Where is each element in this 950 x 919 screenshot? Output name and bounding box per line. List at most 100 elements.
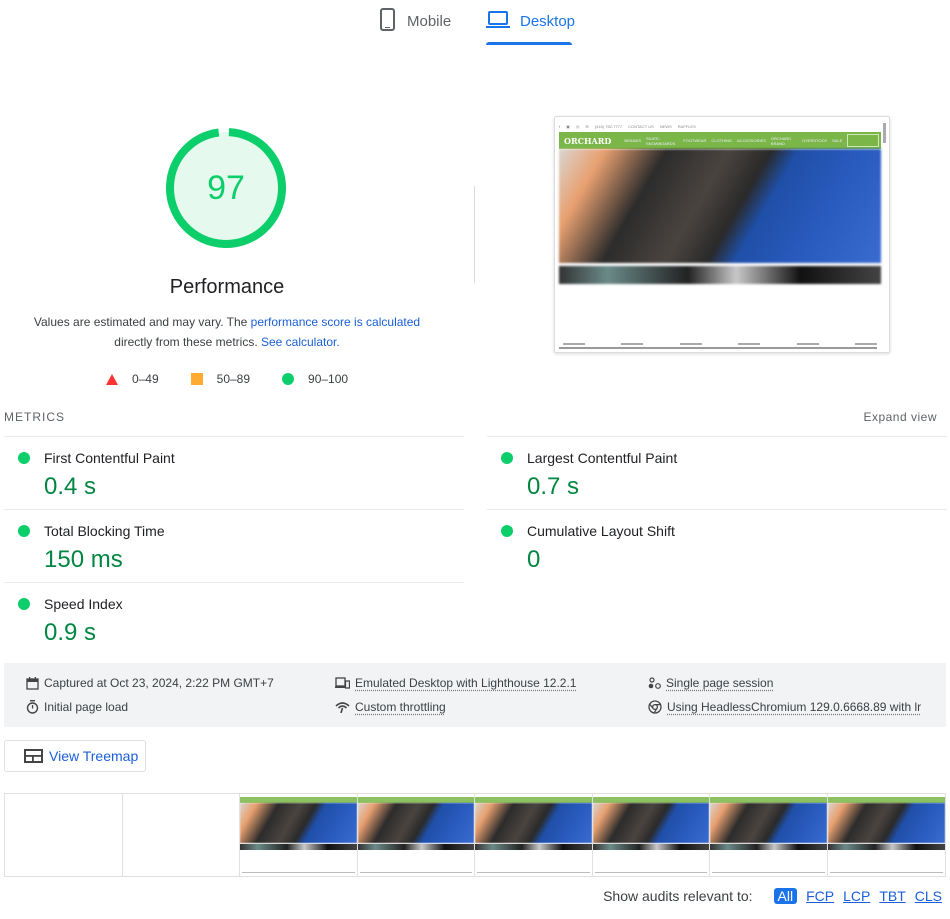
emulated-text[interactable]: Emulated Desktop with Lighthouse 12.2.1 <box>355 676 576 690</box>
treemap-icon <box>24 749 43 763</box>
legend-average-range: 50–89 <box>216 372 251 386</box>
filmstrip-frame <box>5 794 123 876</box>
see-calculator-link[interactable]: See calculator. <box>261 335 340 349</box>
runtime-emulated: Emulated Desktop with Lighthouse 12.2.1 <box>335 676 576 690</box>
legend-average: 50–89 <box>190 372 251 386</box>
metric-value: 150 ms <box>44 546 123 573</box>
tab-mobile[interactable]: Mobile <box>379 8 451 46</box>
description-text-2: directly from these metrics. <box>114 335 261 349</box>
pass-circle-icon <box>501 452 513 464</box>
screenshot-contact: CONTACT US <box>628 124 654 129</box>
metric-label: Largest Contentful Paint <box>527 450 678 466</box>
performance-title: Performance <box>169 276 285 298</box>
filter-cls[interactable]: CLS <box>915 888 942 904</box>
pass-circle-icon <box>18 525 30 537</box>
chrome-icon <box>648 700 662 714</box>
runtime-session: Single page session <box>648 676 773 690</box>
screenshot-phone: (415) 752-7777 <box>594 124 623 129</box>
filter-tbt[interactable]: TBT <box>879 888 905 904</box>
filmstrip-frame <box>240 794 358 876</box>
score-calculated-link[interactable]: performance score is calculated <box>251 315 420 329</box>
legend-pass-range: 90–100 <box>308 372 349 386</box>
browser-text[interactable]: Using HeadlessChromium 129.0.6668.89 wit… <box>667 700 921 714</box>
screenshot-nav-item: OVERSTOCK <box>802 138 828 143</box>
metric-lcp: Largest Contentful Paint 0.7 s <box>487 436 947 509</box>
screenshot-banner-strip <box>559 266 881 284</box>
smartphone-icon <box>380 8 395 31</box>
pass-circle-icon <box>18 598 30 610</box>
screenshot-footer-links <box>563 343 877 345</box>
screenshot-search-box <box>847 134 879 147</box>
filmstrip-frame <box>592 794 710 876</box>
metric-label: Speed Index <box>44 596 123 612</box>
filmstrip-frame <box>357 794 475 876</box>
performance-description: Values are estimated and may vary. The p… <box>20 312 434 352</box>
active-tab-indicator <box>486 42 572 45</box>
runtime-browser: Using HeadlessChromium 129.0.6668.89 wit… <box>648 700 921 714</box>
metric-fcp: First Contentful Paint 0.4 s <box>4 436 464 509</box>
filter-all[interactable]: All <box>773 888 798 904</box>
expand-view-toggle[interactable]: Expand view <box>863 410 937 424</box>
filmstrip-frame <box>827 794 945 876</box>
screenshot-topbar: f ▣ ◎ ✉ (415) 752-7777 CONTACT US NEWS R… <box>559 121 879 132</box>
view-treemap-button[interactable]: View Treemap <box>4 740 146 772</box>
screenshot-nav-item: ACCESSORIES <box>737 138 766 143</box>
screenshot-nav-item: SALE <box>832 138 843 143</box>
screenshot-raffles: RAFFLES <box>677 124 696 129</box>
stopwatch-icon <box>26 700 39 714</box>
square-icon <box>190 373 203 385</box>
metric-value: 0.4 s <box>44 473 97 500</box>
screenshot-nav-item: CLOTHING <box>711 138 733 143</box>
device-tabs: Mobile Desktop <box>0 0 950 46</box>
screenshot-news: NEWS <box>659 124 672 129</box>
audit-filter-label: Show audits relevant to: <box>603 888 753 904</box>
screenshot-logo: ORCHARD <box>564 135 612 146</box>
throttling-text[interactable]: Custom throttling <box>355 700 446 714</box>
screenshot-nav-item: FOOTWEAR <box>683 138 707 143</box>
view-treemap-label: View Treemap <box>49 748 139 764</box>
laptop-icon <box>486 11 510 28</box>
score-legend: 0–49 50–89 90–100 <box>0 372 454 386</box>
metric-label: Cumulative Layout Shift <box>527 523 675 539</box>
session-icon <box>648 676 661 689</box>
performance-score: 97 <box>207 168 245 207</box>
youtube-icon: ▣ <box>566 124 570 129</box>
performance-gauge: 97 <box>165 127 287 249</box>
pass-circle-icon <box>501 525 513 537</box>
runtime-settings: Captured at Oct 23, 2024, 2:22 PM GMT+7 … <box>4 663 946 727</box>
screenshot-nav-item: SKATE-SNOWBOARDS <box>646 135 676 146</box>
metrics-header: METRICS <box>4 410 65 424</box>
screenshot-hscrollbar <box>559 347 877 349</box>
legend-fail-range: 0–49 <box>131 372 159 386</box>
metric-value: 0.9 s <box>44 619 97 646</box>
metric-label: First Contentful Paint <box>44 450 175 466</box>
facebook-icon: f <box>559 124 561 129</box>
calendar-icon <box>26 676 39 690</box>
runtime-load: Initial page load <box>26 700 128 714</box>
metric-si: Speed Index 0.9 s <box>4 582 464 655</box>
runtime-captured: Captured at Oct 23, 2024, 2:22 PM GMT+7 <box>26 676 274 690</box>
filmstrip-frame <box>710 794 828 876</box>
session-text[interactable]: Single page session <box>666 676 773 690</box>
wifi-icon <box>335 702 350 713</box>
tab-mobile-label: Mobile <box>407 13 452 30</box>
tab-desktop-label: Desktop <box>520 13 576 30</box>
vertical-divider <box>474 186 475 283</box>
metric-tbt: Total Blocking Time 150 ms <box>4 509 464 582</box>
captured-text: Captured at Oct 23, 2024, 2:22 PM GMT+7 <box>44 676 274 690</box>
screenshot-vscrollbar <box>883 123 886 143</box>
triangle-icon <box>105 373 118 385</box>
screenshot-nav: ORCHARD BRANDS SKATE-SNOWBOARDS FOOTWEAR… <box>559 132 881 149</box>
filter-fcp[interactable]: FCP <box>806 888 834 904</box>
final-screenshot[interactable]: f ▣ ◎ ✉ (415) 752-7777 CONTACT US NEWS R… <box>554 116 890 353</box>
runtime-throttling: Custom throttling <box>335 700 446 714</box>
metric-value: 0.7 s <box>527 473 580 500</box>
audit-filter: Show audits relevant to: All FCP LCP TBT… <box>603 888 942 904</box>
filter-lcp[interactable]: LCP <box>843 888 870 904</box>
metric-value: 0 <box>527 546 541 573</box>
pass-circle-icon <box>18 452 30 464</box>
metric-cls: Cumulative Layout Shift 0 <box>487 509 947 582</box>
tab-desktop[interactable]: Desktop <box>486 8 575 46</box>
legend-pass: 90–100 <box>282 372 348 386</box>
load-text: Initial page load <box>44 700 129 714</box>
